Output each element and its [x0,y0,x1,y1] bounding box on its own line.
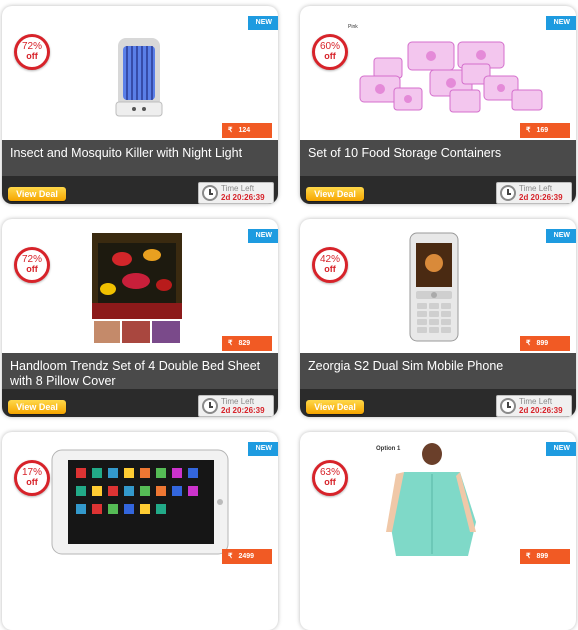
time-left-label: Time Left [221,397,255,406]
price-tag: ₹169 [520,123,570,138]
discount-off-label: off [324,264,336,274]
product-title[interactable]: Set of 10 Food Storage Containers [308,146,570,161]
rupee-icon: ₹ [228,340,233,347]
rupee-icon: ₹ [526,127,531,134]
title-bar: Handloom Trendz Set of 4 Double Bed Shee… [2,353,278,389]
image-caption: Option 1 [376,446,401,452]
price-tag: ₹2499 [222,549,272,564]
product-title[interactable]: Insect and Mosquito Killer with Night Li… [10,146,272,161]
discount-badge: 72% off [14,247,50,283]
discount-off-label: off [26,264,38,274]
time-left-box: Time Left 2d 20:26:39 [496,182,572,204]
price-value: 169 [536,127,549,134]
time-left-value: 2d 20:26:39 [519,406,563,415]
discount-off-label: off [26,51,38,61]
deal-card[interactable]: NEW 63% off ₹899 [300,432,576,630]
product-image[interactable] [2,6,278,140]
clock-icon [500,398,516,414]
view-deal-button[interactable]: View Deal [306,400,364,414]
view-deal-button[interactable]: View Deal [8,400,66,414]
new-badge: NEW [247,442,278,456]
top-garment-image [378,442,488,566]
price-tag: ₹829 [222,336,272,351]
deal-card[interactable]: NEW 72% off ₹829 Handloom Trendz Set of … [2,219,278,417]
deal-card[interactable]: NEW 17% off ₹2499 [2,432,278,630]
time-left-label: Time Left [519,397,553,406]
time-left-box: Time Left 2d 20:26:39 [496,395,572,417]
discount-badge: 60% off [312,34,348,70]
clock-icon [202,398,218,414]
title-bar: Insect and Mosquito Killer with Night Li… [2,140,278,176]
mobile-phone-image [409,232,459,342]
view-deal-button[interactable]: View Deal [306,187,364,201]
view-deal-button[interactable]: View Deal [8,187,66,201]
new-badge: NEW [545,229,576,243]
deal-card[interactable]: Pink NEW 60% off ₹169 Set of 10 Food Sto… [300,6,576,204]
new-badge: NEW [545,16,576,30]
time-left-label: Time Left [519,184,553,193]
rupee-icon: ₹ [526,340,531,347]
product-title[interactable]: Zeorgia S2 Dual Sim Mobile Phone [308,359,570,374]
discount-off-label: off [26,477,38,487]
discount-badge: 72% off [14,34,50,70]
deal-card[interactable]: NEW 72% off ₹124 Insect and Mosquito Kil… [2,6,278,204]
price-value: 829 [238,340,251,347]
discount-badge: 63% off [312,460,348,496]
price-tag: ₹899 [520,549,570,564]
time-left-value: 2d 20:26:39 [221,193,265,202]
clock-icon [500,185,516,201]
discount-badge: 17% off [14,460,50,496]
price-tag: ₹899 [520,336,570,351]
clock-icon [202,185,218,201]
image-caption: Pink [348,24,358,30]
mosquito-killer-image [115,38,163,117]
product-title[interactable]: Handloom Trendz Set of 4 Double Bed Shee… [10,359,272,389]
new-badge: NEW [247,229,278,243]
rupee-icon: ₹ [228,127,233,134]
bed-sheet-image [92,233,182,343]
price-value: 899 [536,340,549,347]
price-tag: ₹124 [222,123,272,138]
product-image[interactable] [300,219,576,353]
discount-off-label: off [324,477,336,487]
time-left-label: Time Left [221,184,255,193]
time-left-value: 2d 20:26:39 [519,193,563,202]
time-left-value: 2d 20:26:39 [221,406,265,415]
product-image[interactable] [300,432,576,566]
time-left-box: Time Left 2d 20:26:39 [198,182,274,204]
new-badge: NEW [247,16,278,30]
title-bar: Zeorgia S2 Dual Sim Mobile Phone [300,353,576,389]
product-image[interactable] [2,219,278,353]
discount-off-label: off [324,51,336,61]
deal-card[interactable]: NEW 42% off ₹899 Zeorgia S2 Dual Sim Mob… [300,219,576,417]
title-bar: Set of 10 Food Storage Containers [300,140,576,176]
product-image[interactable] [300,6,576,140]
food-containers-image [359,41,543,113]
new-badge: NEW [545,442,576,456]
price-value: 124 [238,127,251,134]
tablet-image [51,449,229,555]
product-image[interactable] [2,432,278,566]
discount-badge: 42% off [312,247,348,283]
time-left-box: Time Left 2d 20:26:39 [198,395,274,417]
